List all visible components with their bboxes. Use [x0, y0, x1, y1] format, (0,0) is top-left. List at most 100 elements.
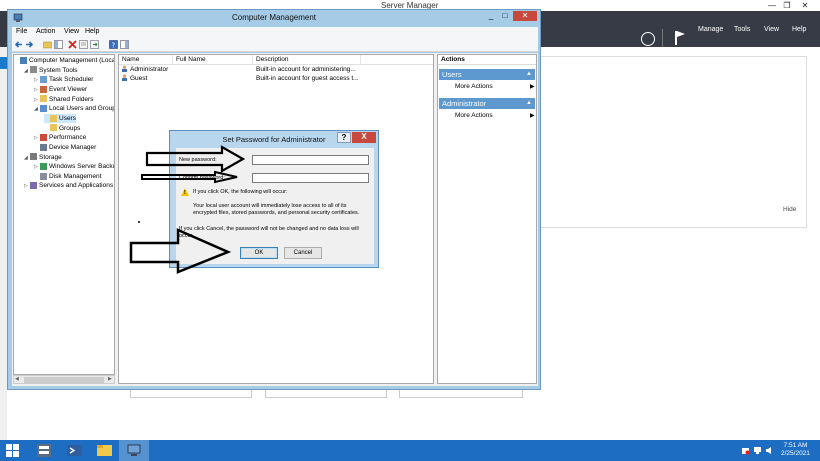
set-password-dialog: Set Password for Administrator ? X New p…: [169, 130, 379, 268]
submenu-arrow-icon: ▶: [530, 113, 535, 119]
tree-item[interactable]: Device Manager: [34, 143, 96, 152]
maximize-button[interactable]: □: [498, 11, 512, 21]
forward-icon[interactable]: [25, 40, 34, 49]
minimize-button[interactable]: _: [484, 11, 498, 21]
tree-item-label: Storage: [39, 153, 62, 161]
taskbar-clock[interactable]: 7:51 AM 2/25/2021: [781, 442, 810, 458]
scroll-right-icon[interactable]: ▶: [108, 376, 112, 382]
column-header-name[interactable]: Name: [119, 55, 173, 64]
up-folder-icon[interactable]: [43, 40, 52, 49]
windows-start-icon[interactable]: [6, 444, 19, 457]
menu-file[interactable]: File: [16, 28, 27, 35]
taskbar-computer-management[interactable]: [119, 440, 149, 461]
menu-view[interactable]: View: [764, 26, 779, 33]
new-password-label: New password:: [179, 157, 217, 163]
tree-horizontal-scrollbar[interactable]: ◀ ▶: [13, 375, 115, 384]
export-list-icon[interactable]: [90, 40, 99, 49]
new-password-field[interactable]: [252, 155, 369, 165]
tree-item[interactable]: ▷ Windows Server Backup: [34, 162, 115, 171]
menu-help[interactable]: Help: [85, 28, 99, 35]
properties-icon[interactable]: [79, 40, 88, 49]
tree-item[interactable]: ◢ System Tools: [24, 66, 78, 75]
column-header-full-name[interactable]: Full Name: [173, 55, 253, 64]
collapse-icon[interactable]: ▲: [526, 98, 532, 109]
actions-section-administrator[interactable]: Administrator ▲: [439, 98, 535, 109]
user-icon: [121, 74, 128, 84]
user-name: Guest: [130, 75, 148, 82]
action-center-icon[interactable]: [741, 446, 750, 455]
table-row[interactable]: Administrator Built-in account for admin…: [119, 65, 433, 74]
menu-help[interactable]: Help: [792, 26, 806, 33]
scroll-left-icon[interactable]: ◀: [15, 376, 19, 382]
window-title: Computer Management: [231, 13, 317, 22]
tree-item-label: Device Manager: [49, 143, 97, 151]
taskbar-powershell[interactable]: [59, 440, 89, 461]
table-row[interactable]: Guest Built-in account for guest access …: [119, 74, 433, 83]
volume-icon[interactable]: [765, 446, 774, 455]
hide-link[interactable]: Hide: [783, 206, 796, 213]
tree-item-label: Windows Server Backup: [49, 163, 115, 171]
minimize-icon[interactable]: —: [766, 1, 778, 10]
menu-manage[interactable]: Manage: [698, 26, 723, 33]
confirm-password-field[interactable]: [252, 173, 369, 183]
show-action-pane-icon[interactable]: [120, 40, 129, 49]
more-actions-administrator[interactable]: More Actions: [455, 112, 493, 119]
collapse-icon[interactable]: ▲: [526, 69, 532, 80]
tree-item-label: Performance: [49, 134, 87, 142]
tree-item[interactable]: ▷ Task Scheduler: [34, 75, 93, 84]
server-manager-panel: [540, 56, 807, 228]
delete-icon[interactable]: [68, 40, 77, 49]
tree-item[interactable]: Disk Management: [34, 172, 101, 181]
submenu-arrow-icon: ▶: [530, 84, 535, 90]
backup-icon: [40, 162, 47, 170]
tree-item[interactable]: Computer Management (Local: [14, 56, 115, 65]
scroll-thumb[interactable]: [24, 377, 104, 383]
tree-item[interactable]: Groups: [44, 124, 80, 133]
warning-icon: !: [181, 188, 189, 196]
close-icon[interactable]: ✕: [799, 1, 811, 10]
tree-item[interactable]: ▷ Shared Folders: [34, 95, 93, 104]
toolbar: ?: [12, 38, 538, 52]
dialog-help-button[interactable]: ?: [337, 132, 351, 143]
more-actions-users[interactable]: More Actions: [455, 83, 493, 90]
close-button[interactable]: ✕: [513, 11, 537, 21]
tree-item[interactable]: ▷ Performance: [34, 133, 86, 142]
help-icon[interactable]: ?: [109, 40, 118, 49]
actions-section-title: Users: [442, 70, 462, 79]
refresh-icon[interactable]: [641, 32, 655, 46]
tree-item[interactable]: Users: [44, 113, 76, 123]
menu-tools[interactable]: Tools: [734, 26, 750, 33]
column-header-description[interactable]: Description: [253, 55, 361, 64]
folder-icon: [50, 124, 57, 132]
server-manager-nav: [0, 47, 7, 440]
back-icon[interactable]: [14, 40, 23, 49]
actions-section-users[interactable]: Users ▲: [439, 69, 535, 80]
event-icon: [40, 85, 47, 93]
show-hide-tree-icon[interactable]: [54, 40, 63, 49]
clock-date: 2/25/2021: [781, 450, 810, 457]
tree-item[interactable]: ◢ Storage: [24, 153, 62, 162]
tree-item-label: Computer Management (Local: [29, 57, 115, 64]
cancel-button[interactable]: Cancel: [284, 247, 322, 259]
services-icon: [30, 182, 37, 190]
tree-item[interactable]: ◢ Local Users and Groups: [34, 104, 114, 113]
restore-icon[interactable]: ❐: [781, 1, 793, 10]
nav-selected-item[interactable]: [0, 57, 7, 69]
tree-item[interactable]: ▷ Event Viewer: [34, 85, 87, 94]
ok-button[interactable]: OK: [240, 247, 278, 259]
taskbar-server-manager[interactable]: [29, 440, 59, 461]
svg-text:?: ?: [112, 41, 116, 49]
user-description: Built-in account for administering...: [256, 66, 356, 73]
tree-item[interactable]: ▷ Services and Applications: [24, 181, 113, 190]
tree-item-label: System Tools: [39, 66, 78, 74]
actions-header: Actions: [438, 55, 536, 65]
menu-action[interactable]: Action: [36, 28, 55, 35]
user-name: Administrator: [130, 66, 169, 73]
network-icon[interactable]: [753, 446, 762, 455]
dialog-close-button[interactable]: X: [352, 132, 376, 143]
menu-view[interactable]: View: [64, 28, 79, 35]
tree-item-label: Groups: [59, 124, 81, 132]
taskbar-file-explorer[interactable]: [89, 440, 119, 461]
dialog-body: New password: Confirm password: ! If you…: [176, 148, 374, 264]
notifications-flag-icon[interactable]: [675, 31, 685, 45]
